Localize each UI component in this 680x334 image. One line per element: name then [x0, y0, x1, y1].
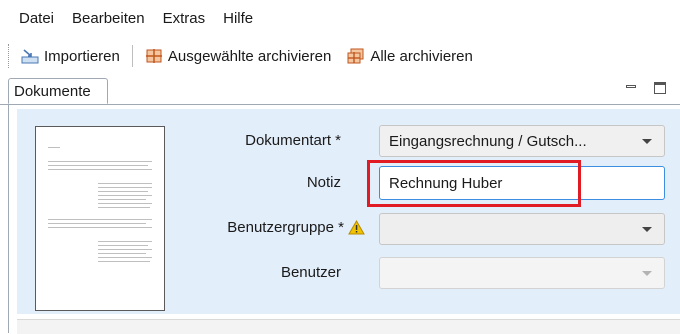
import-button[interactable]: Importieren	[13, 48, 128, 65]
document-type-value: Eingangsrechnung / Gutsch...	[389, 132, 587, 150]
import-icon	[21, 49, 39, 64]
toolbar: Importieren Ausgewählte archivieren Alle…	[0, 36, 680, 76]
menu-hilfe[interactable]: Hilfe	[214, 10, 262, 27]
menu-bar: Datei Bearbeiten Extras Hilfe	[0, 0, 680, 36]
user-group-label-wrap: Benutzergruppe *	[227, 219, 365, 236]
menu-bearbeiten[interactable]: Bearbeiten	[63, 10, 154, 27]
archive-selected-button[interactable]: Ausgewählte archivieren	[137, 48, 339, 65]
archive-all-label: Alle archivieren	[370, 47, 473, 65]
user-label: Benutzer	[280, 264, 341, 281]
note-input[interactable]: Rechnung Huber	[379, 166, 665, 200]
minimize-icon[interactable]	[625, 82, 637, 94]
document-type-select[interactable]: Eingangsrechnung / Gutsch...	[379, 125, 665, 157]
chevron-down-icon	[642, 271, 652, 276]
tab-dokumente[interactable]: Dokumente	[8, 78, 108, 104]
menu-extras[interactable]: Extras	[154, 10, 215, 27]
archive-all-button[interactable]: Alle archivieren	[339, 48, 481, 65]
menu-datei[interactable]: Datei	[0, 10, 63, 27]
archive-selected-label: Ausgewählte archivieren	[167, 47, 332, 65]
document-type-label: Dokumentart *	[245, 132, 341, 149]
warning-icon	[348, 220, 365, 235]
view-tab-bar: Dokumente	[0, 76, 680, 105]
toolbar-separator	[131, 45, 133, 67]
chevron-down-icon	[642, 227, 652, 232]
tab-dokumente-label: Dokumente	[14, 82, 91, 100]
document-form: Dokumentart * Eingangsrechnung / Gutsch.…	[17, 109, 680, 314]
user-select[interactable]	[379, 257, 665, 289]
maximize-icon[interactable]	[654, 82, 666, 94]
archive-all-icon	[347, 48, 364, 64]
note-label: Notiz	[306, 174, 341, 191]
import-label: Importieren	[44, 47, 120, 65]
user-group-label: Benutzergruppe *	[227, 219, 344, 236]
chevron-down-icon	[642, 139, 652, 144]
panel-bottom-strip	[17, 319, 680, 334]
user-group-select[interactable]	[379, 213, 665, 245]
note-value: Rechnung Huber	[389, 174, 503, 192]
document-preview-thumbnail[interactable]	[35, 126, 165, 311]
documents-panel: Dokumentart * Eingangsrechnung / Gutsch.…	[8, 105, 680, 334]
archive-selected-icon	[145, 49, 162, 63]
